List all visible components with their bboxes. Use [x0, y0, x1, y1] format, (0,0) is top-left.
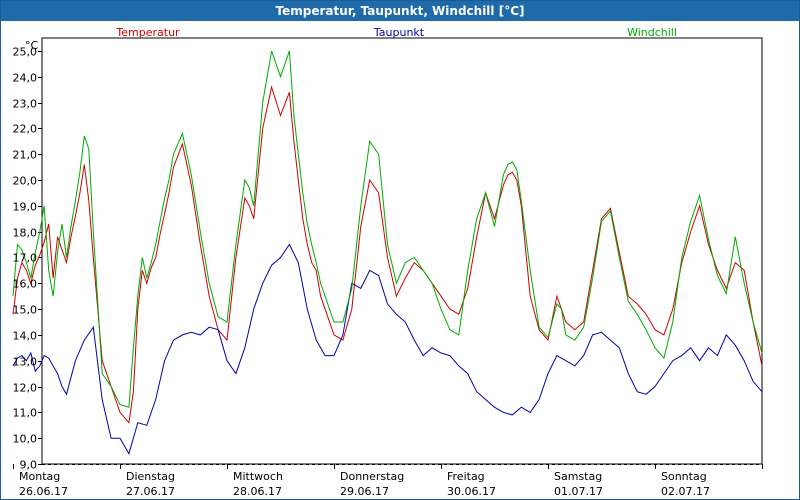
- y-tick-label: 12,0: [13, 382, 38, 395]
- x-day-label: Donnerstag: [340, 470, 404, 483]
- x-day-label: Dienstag: [126, 470, 175, 483]
- y-tick-label: 22,0: [13, 123, 38, 136]
- y-tick-label: 24,0: [13, 72, 38, 85]
- x-day-label: Sonntag: [661, 470, 707, 483]
- x-day-label: Samstag: [554, 470, 602, 483]
- y-unit-label: °C: [25, 39, 39, 52]
- x-date-label: 29.06.17: [340, 485, 389, 498]
- y-tick-label: 10,0: [13, 433, 38, 446]
- x-day-label: Mittwoch: [233, 470, 283, 483]
- x-day-label: Montag: [19, 470, 60, 483]
- x-date-label: 27.06.17: [126, 485, 175, 498]
- window-title: Temperatur, Taupunkt, Windchill [°C]: [1, 1, 799, 21]
- chart-area: 9,010,011,012,013,014,015,016,017,018,01…: [13, 26, 763, 498]
- y-tick-label: 17,0: [13, 252, 38, 265]
- y-tick-label: 18,0: [13, 227, 38, 240]
- legend-temperatur: Temperatur: [115, 26, 180, 39]
- y-tick-label: 20,0: [13, 175, 38, 188]
- y-tick-label: 13,0: [13, 356, 38, 369]
- x-date-label: 26.06.17: [19, 485, 68, 498]
- y-tick-label: 14,0: [13, 330, 38, 343]
- x-date-label: 30.06.17: [447, 485, 496, 498]
- y-tick-label: 21,0: [13, 149, 38, 162]
- x-date-label: 02.07.17: [661, 485, 710, 498]
- axes: [13, 37, 763, 469]
- legend-taupunkt: Taupunkt: [373, 26, 425, 39]
- x-date-label: 01.07.17: [554, 485, 603, 498]
- y-tick-label: 15,0: [13, 304, 38, 317]
- chart-window: Temperatur, Taupunkt, Windchill [°C] 9,0…: [0, 0, 800, 500]
- legend-windchill: Windchill: [627, 26, 677, 39]
- y-tick-label: 19,0: [13, 201, 38, 214]
- x-date-label: 28.06.17: [233, 485, 282, 498]
- y-tick-label: 11,0: [13, 407, 38, 420]
- y-tick-label: 23,0: [13, 98, 38, 111]
- plot-frame: [41, 37, 763, 465]
- y-tick-label: 16,0: [13, 278, 38, 291]
- x-day-label: Freitag: [447, 470, 485, 483]
